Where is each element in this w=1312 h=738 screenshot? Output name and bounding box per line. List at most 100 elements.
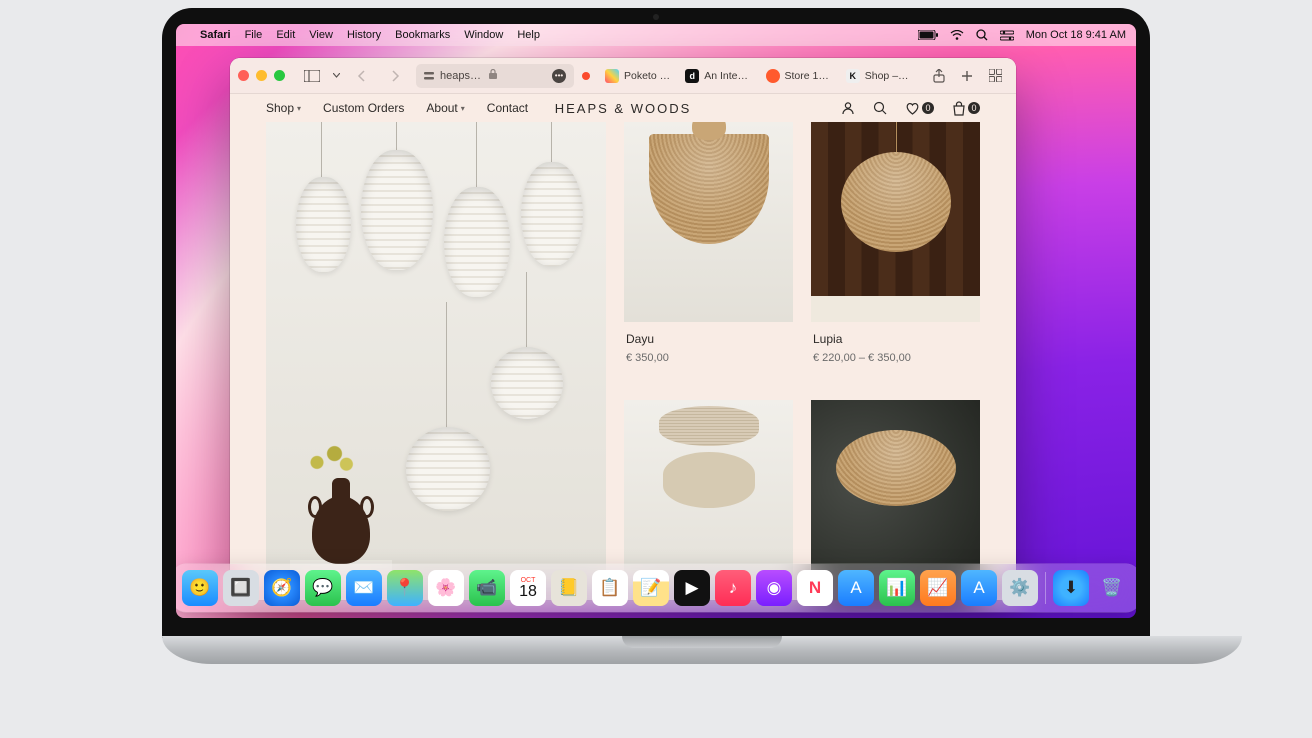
window-controls [238, 70, 285, 81]
dock-news[interactable]: N [797, 570, 833, 606]
dock-facetime[interactable]: 📹 [469, 570, 505, 606]
nav-contact[interactable]: Contact [487, 101, 528, 115]
nav-shop[interactable]: Shop▾ [266, 101, 301, 115]
share-button[interactable] [926, 64, 952, 88]
chevron-down-icon: ▾ [461, 104, 465, 113]
favicon-icon: d [685, 69, 699, 83]
product-card-dayu[interactable]: Dayu € 350,00 [624, 122, 793, 382]
menu-file[interactable]: File [245, 29, 263, 41]
tab-bar: Poketo | Art & De… d An Interior Desig… … [598, 63, 918, 89]
safari-window: heapsandwoods.com ••• Poketo | Art & De…… [230, 58, 1016, 600]
camera-dot [653, 14, 659, 20]
menu-history[interactable]: History [347, 29, 381, 41]
minimize-window-button[interactable] [256, 70, 267, 81]
wishlist-icon[interactable]: 0 [905, 102, 934, 115]
dock-calendar[interactable]: OCT18 [510, 570, 546, 606]
tab-kinfolk[interactable]: K Shop – Kinfolk [839, 63, 918, 89]
tab-overview-button[interactable] [982, 64, 1008, 88]
forward-button[interactable] [382, 64, 408, 88]
tab-label: Poketo | Art & De… [624, 70, 670, 82]
dock-app-1[interactable]: A [838, 570, 874, 606]
chevron-down-icon: ▾ [297, 104, 301, 113]
safari-toolbar: heapsandwoods.com ••• Poketo | Art & De…… [230, 58, 1016, 94]
spotlight-icon[interactable] [976, 29, 988, 41]
tab-label: Store 1 — SPIRAL [785, 70, 831, 82]
favicon-icon [766, 69, 780, 83]
webpage-viewport[interactable]: Shop▾ Custom Orders About▾ Contact HEAPS… [230, 94, 1016, 600]
product-gallery: Dayu € 350,00 Lupia € 220,00 – € 350,00 [230, 122, 1016, 600]
dock-numbers[interactable]: 📊 [879, 570, 915, 606]
site-nav: Shop▾ Custom Orders About▾ Contact [266, 101, 528, 115]
menu-view[interactable]: View [309, 29, 333, 41]
sidebar-toggle-button[interactable] [299, 64, 325, 88]
dock-appstore[interactable]: A [961, 570, 997, 606]
address-bar[interactable]: heapsandwoods.com ••• [416, 64, 574, 88]
new-tab-button[interactable] [954, 64, 980, 88]
dock: 🙂 🔲 🧭 💬 ✉️ 📍 🌸 📹 OCT18 📒 📋 📝 ▶ ♪ ◉ N A 📊… [176, 564, 1136, 612]
tab-spiral[interactable]: Store 1 — SPIRAL [759, 63, 838, 89]
dock-messages[interactable]: 💬 [305, 570, 341, 606]
menubar-app-name[interactable]: Safari [200, 29, 231, 41]
dock-contacts[interactable]: 📒 [551, 570, 587, 606]
site-logo[interactable]: HEAPS & WOODS [555, 101, 692, 116]
tab-label: An Interior Desig… [704, 70, 750, 82]
control-center-icon[interactable] [1000, 30, 1014, 41]
menubar: Safari File Edit View History Bookmarks … [176, 24, 1136, 46]
close-window-button[interactable] [238, 70, 249, 81]
menu-bookmarks[interactable]: Bookmarks [395, 29, 450, 41]
cart-icon[interactable]: 0 [952, 101, 980, 116]
menu-edit[interactable]: Edit [276, 29, 295, 41]
product-name: Lupia [813, 332, 978, 346]
dock-reminders[interactable]: 📋 [592, 570, 628, 606]
laptop-frame: Safari File Edit View History Bookmarks … [162, 8, 1150, 664]
nav-about[interactable]: About▾ [426, 101, 464, 115]
product-card-lupia[interactable]: Lupia € 220,00 – € 350,00 [811, 122, 980, 382]
search-icon[interactable] [873, 101, 887, 115]
dock-downloads[interactable]: ⬇ [1053, 570, 1089, 606]
privacy-report-badge[interactable]: ••• [552, 69, 566, 83]
wishlist-count: 0 [922, 102, 934, 114]
dock-notes[interactable]: 📝 [633, 570, 669, 606]
dock-podcasts[interactable]: ◉ [756, 570, 792, 606]
chevron-down-icon[interactable] [333, 73, 340, 78]
dock-music[interactable]: ♪ [715, 570, 751, 606]
tab-interior-design[interactable]: d An Interior Desig… [678, 63, 757, 89]
desktop-screen: Safari File Edit View History Bookmarks … [176, 24, 1136, 618]
tab-poketo[interactable]: Poketo | Art & De… [598, 63, 677, 89]
tab-group-indicator[interactable] [582, 72, 590, 80]
dock-maps[interactable]: 📍 [387, 570, 423, 606]
dock-separator [1045, 572, 1046, 604]
fullscreen-window-button[interactable] [274, 70, 285, 81]
cart-count: 0 [968, 102, 980, 114]
product-price: € 350,00 [626, 352, 791, 364]
dock-trash[interactable]: 🗑️ [1094, 570, 1130, 606]
menu-window[interactable]: Window [464, 29, 503, 41]
menubar-clock[interactable]: Mon Oct 18 9:41 AM [1026, 29, 1126, 41]
laptop-hinge [162, 636, 1242, 664]
hero-product-image[interactable] [266, 122, 606, 600]
back-button[interactable] [348, 64, 374, 88]
dock-prefs[interactable]: ⚙️ [1002, 570, 1038, 606]
nav-custom-orders[interactable]: Custom Orders [323, 101, 404, 115]
battery-icon[interactable] [918, 30, 938, 40]
tab-label: Shop – Kinfolk [865, 70, 911, 82]
laptop-lid: Safari File Edit View History Bookmarks … [162, 8, 1150, 638]
site-header: Shop▾ Custom Orders About▾ Contact HEAPS… [230, 94, 1016, 122]
menu-help[interactable]: Help [517, 29, 540, 41]
product-price: € 220,00 – € 350,00 [813, 352, 978, 364]
wifi-icon[interactable] [950, 30, 964, 41]
dock-finder[interactable]: 🙂 [182, 570, 218, 606]
product-image [624, 122, 793, 322]
account-icon[interactable] [841, 101, 855, 115]
dock-tv[interactable]: ▶ [674, 570, 710, 606]
product-name: Dayu [626, 332, 791, 346]
favicon-icon: K [846, 69, 860, 83]
dock-keynote[interactable]: 📈 [920, 570, 956, 606]
dock-photos[interactable]: 🌸 [428, 570, 464, 606]
dock-launchpad[interactable]: 🔲 [223, 570, 259, 606]
dock-mail[interactable]: ✉️ [346, 570, 382, 606]
address-bar-url: heapsandwoods.com [440, 70, 483, 82]
vase [306, 474, 376, 564]
dock-safari[interactable]: 🧭 [264, 570, 300, 606]
site-settings-icon [424, 71, 434, 81]
